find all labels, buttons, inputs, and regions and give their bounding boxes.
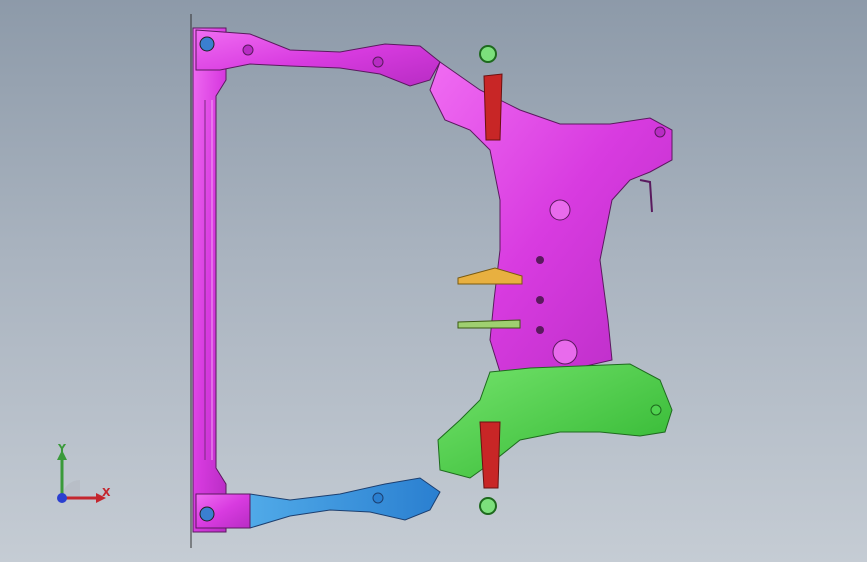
coordinate-triad: Y X: [40, 438, 120, 518]
bottom-arm[interactable]: [195, 477, 441, 529]
subframe-3d-model[interactable]: [0, 0, 867, 562]
x-axis-label: X: [102, 486, 111, 499]
left-side-rail[interactable]: [190, 14, 227, 548]
y-axis-label: Y: [58, 442, 66, 455]
rear-reinforcement[interactable]: [437, 363, 673, 479]
triad-graphic: [57, 450, 106, 503]
main-subframe-body[interactable]: [429, 61, 673, 381]
graphics-viewport[interactable]: Y X: [0, 0, 867, 562]
top-arm[interactable]: [195, 29, 441, 87]
